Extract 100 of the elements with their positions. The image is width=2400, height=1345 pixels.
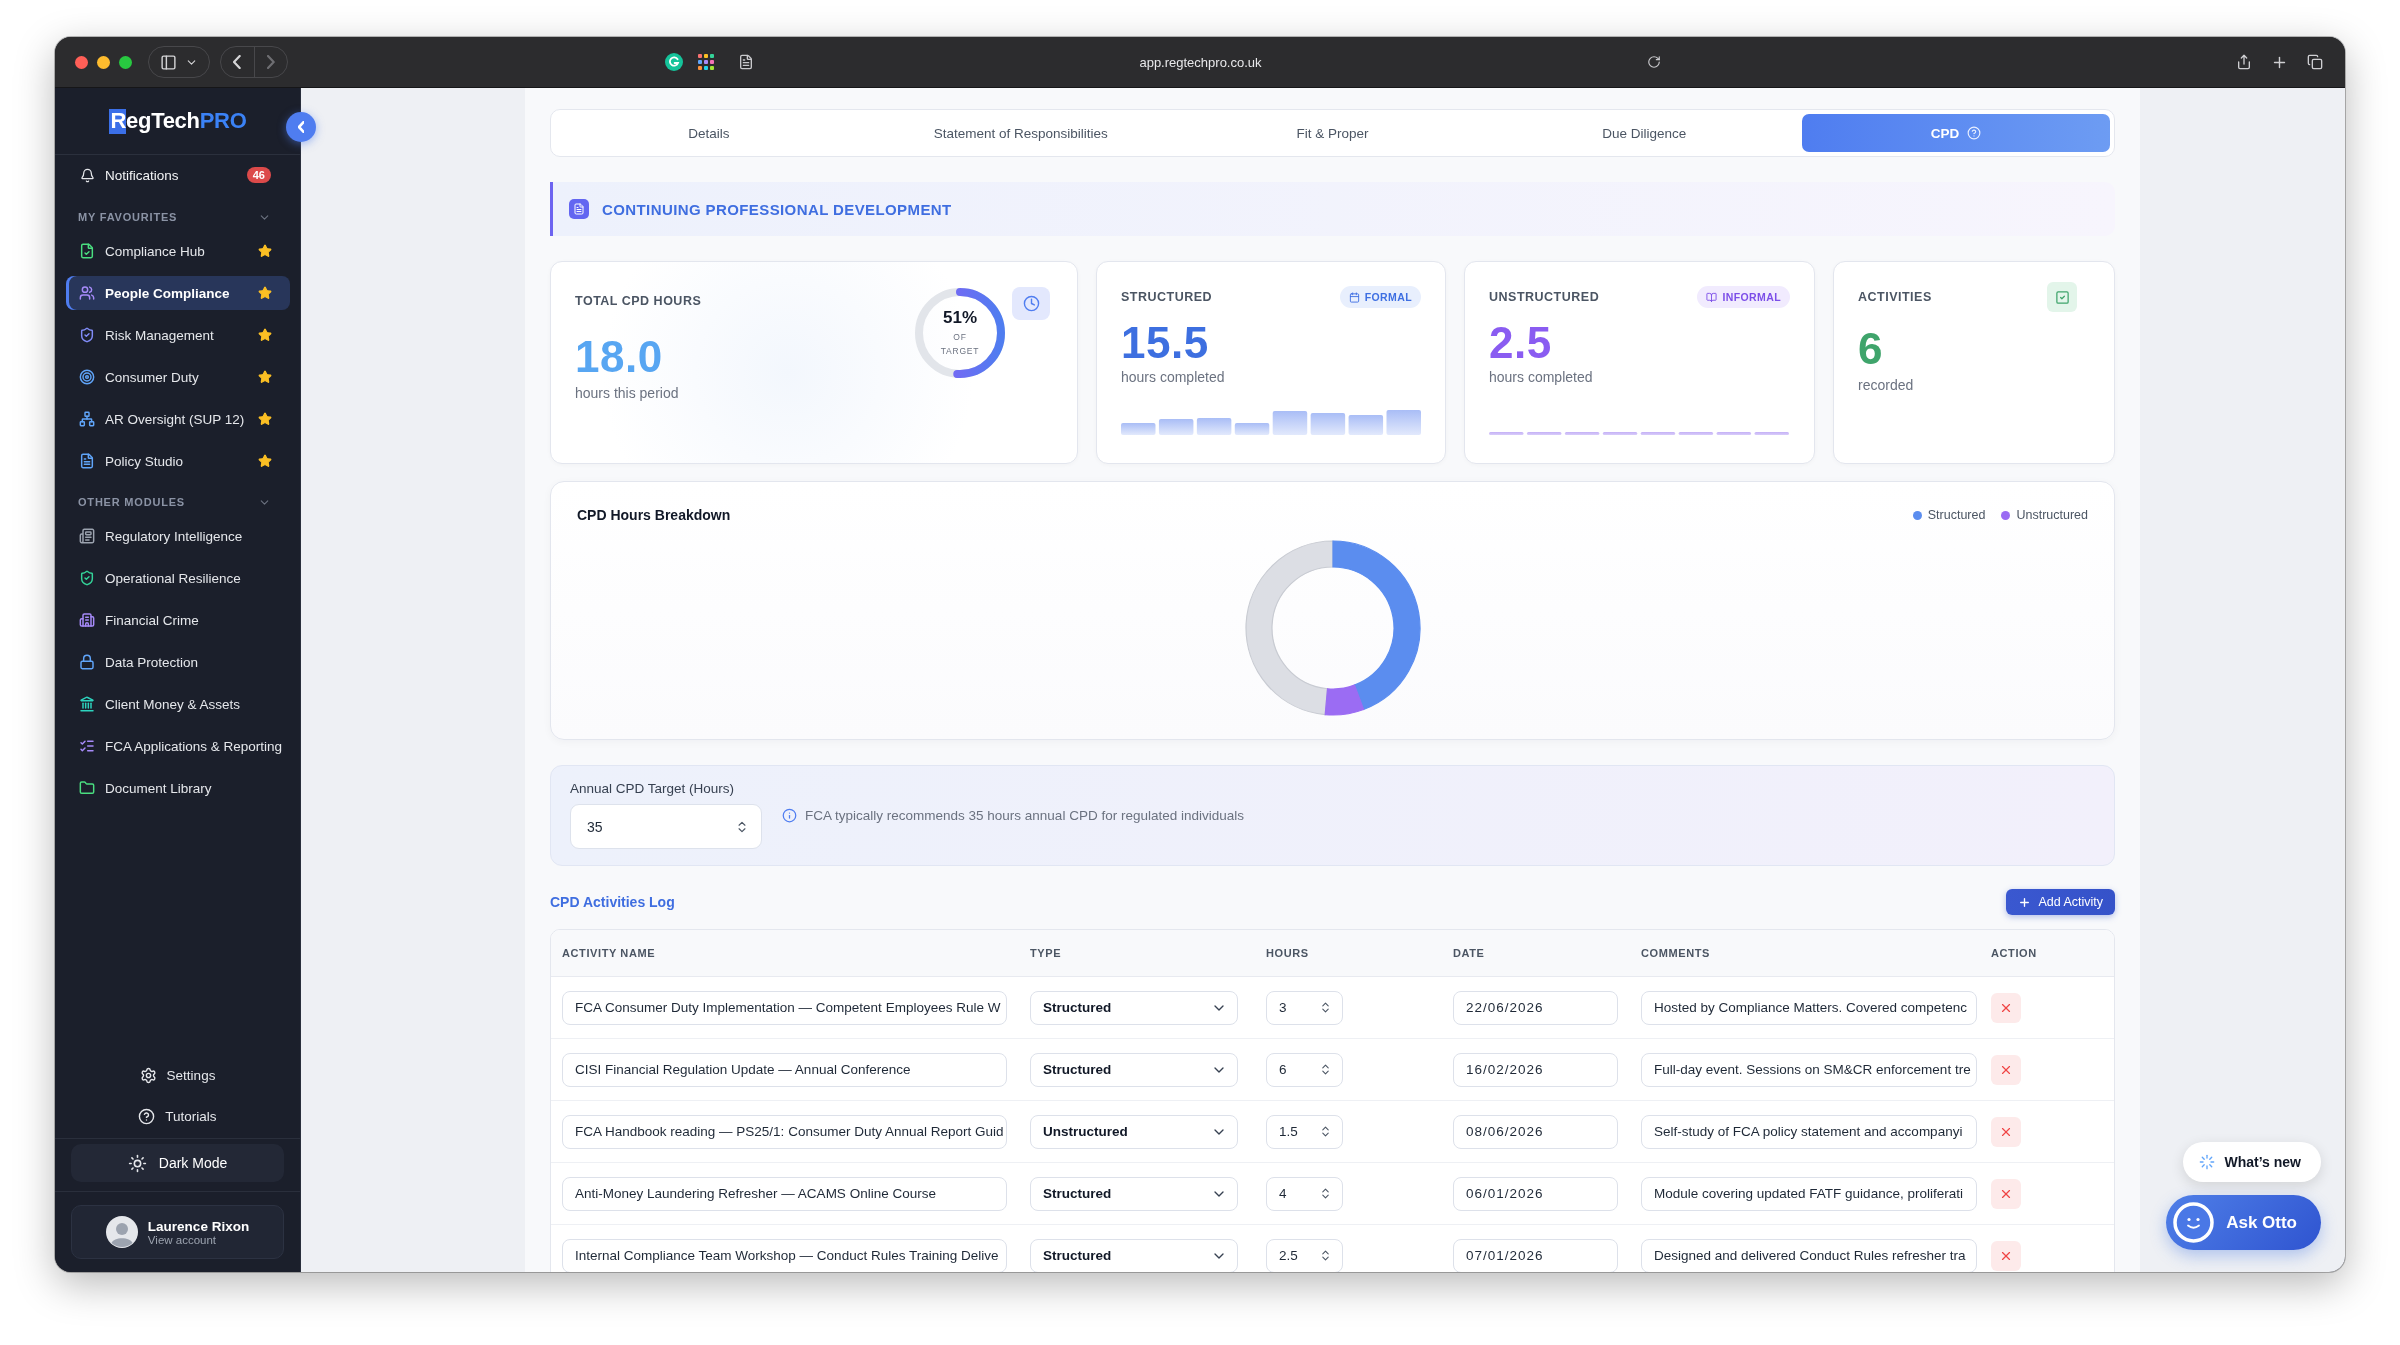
avatar (105, 1216, 138, 1248)
sidebar-item[interactable]: Financial Crime (66, 603, 290, 637)
comments-field[interactable]: Hosted by Compliance Matters. Covered competenc (1641, 990, 1977, 1025)
progress-caption: OF TARGET (939, 331, 981, 358)
sidebar-link[interactable]: Settings (135, 1057, 220, 1093)
reload-icon (1647, 55, 1661, 69)
apps-grid-icon[interactable] (698, 54, 714, 70)
date-field[interactable]: 08/06/2026 (1453, 1114, 1618, 1149)
comments-field[interactable]: Module covering updated FATF guidance, proliferati (1641, 1176, 1977, 1211)
hours-field[interactable]: 4 (1266, 1176, 1343, 1211)
activity-type-select[interactable]: Unstructured (1030, 1114, 1238, 1149)
date-field[interactable]: 06/01/2026 (1453, 1176, 1618, 1211)
bell-icon (80, 167, 95, 183)
sidebar-item[interactable]: Consumer Duty (66, 360, 290, 394)
total-hours-value: 18.0 (575, 335, 664, 379)
calendar-icon (1348, 291, 1360, 303)
unstructured-hours-slice (1324, 684, 1364, 716)
newspaper-icon (79, 528, 95, 544)
add-activity-button[interactable]: Add Activity (2006, 889, 2115, 915)
hours-bar (1310, 413, 1346, 435)
bank-icon (79, 696, 95, 712)
star-icon (258, 412, 272, 426)
whats-new-button[interactable]: What’s new (2182, 1142, 2321, 1182)
hours-field[interactable]: 3 (1266, 990, 1343, 1025)
hours-bar (1272, 411, 1308, 435)
info-icon (782, 808, 797, 823)
sidebar-item[interactable]: People Compliance (66, 276, 290, 310)
sidebar-item[interactable]: FCA Applications & Reporting (66, 729, 290, 763)
dark-mode-button[interactable]: Dark Mode (71, 1144, 284, 1182)
sun-icon (127, 1153, 147, 1173)
activity-type-select[interactable]: Structured (1030, 1052, 1238, 1087)
reload-button[interactable] (1647, 55, 1661, 69)
share-icon[interactable] (2236, 54, 2252, 70)
section-toggle[interactable]: OTHER MODULES (66, 489, 290, 515)
type-badge: FORMAL (1339, 286, 1421, 308)
sidebar-item[interactable]: Data Protection (66, 645, 290, 679)
spinner-icon (2198, 1154, 2215, 1170)
activity-name-field[interactable]: CISI Financial Regulation Update — Annual Conference (562, 1052, 1007, 1087)
tab-overview-icon[interactable] (2307, 54, 2323, 70)
lock-icon (79, 654, 95, 670)
activity-type-select[interactable]: Structured (1030, 1176, 1238, 1211)
hours-bar (1564, 432, 1600, 435)
column-header: ACTIVITY NAME (562, 947, 657, 959)
activity-name-field[interactable]: FCA Consumer Duty Implementation — Competent Employees Rule W (562, 990, 1007, 1025)
log-title: CPD Activities Log (550, 894, 675, 910)
comments-field[interactable]: Full-day event. Sessions on SM&CR enforcement tre (1641, 1052, 1977, 1087)
card-caption: hours completed (1489, 369, 1594, 385)
tab[interactable]: Statement of Responsibilities (866, 114, 1175, 152)
date-field[interactable]: 22/06/2026 (1453, 990, 1618, 1025)
legend-label: Structured (1927, 508, 1986, 522)
zoom-window-button[interactable] (119, 55, 132, 69)
hours-bar (1489, 432, 1524, 435)
activity-name-field[interactable]: Internal Compliance Team Workshop — Conduct Rules Training Delive (562, 1238, 1007, 1272)
activity-name-field[interactable]: FCA Handbook reading — PS25/1: Consumer Duty Annual Report Guid (562, 1114, 1007, 1149)
target-hours-input[interactable]: 35 (570, 804, 762, 849)
card-label: ACTIVITIES (1858, 290, 1932, 304)
hours-bar (1716, 432, 1752, 435)
sidebar-item[interactable]: Compliance Hub (66, 234, 290, 268)
date-field[interactable]: 16/02/2026 (1453, 1052, 1618, 1087)
building-icon (79, 612, 95, 628)
hours-bar (1121, 423, 1156, 435)
account-button[interactable]: Laurence Rixon View account (71, 1205, 284, 1259)
section-toggle[interactable]: MY FAVOURITES (66, 204, 290, 230)
notification-count-badge: 46 (246, 167, 271, 183)
hours-field[interactable]: 6 (1266, 1052, 1343, 1087)
sidebar-item[interactable]: Regulatory Intelligence (66, 519, 290, 553)
comments-field[interactable]: Designed and delivered Conduct Rules refresher tra (1641, 1238, 1977, 1272)
page-icon[interactable] (738, 54, 754, 70)
extension-icon[interactable] (665, 53, 683, 71)
card-caption: recorded (1858, 377, 1915, 393)
sidebar-item[interactable]: Client Money & Assets (66, 687, 290, 721)
activity-type-select[interactable]: Structured (1030, 990, 1238, 1025)
hours-field[interactable]: 1.5 (1266, 1114, 1343, 1149)
minimize-window-button[interactable] (97, 55, 110, 69)
comments-field[interactable]: Self-study of FCA policy statement and accompanyi (1641, 1114, 1977, 1149)
sidebar-item[interactable]: AR Oversight (SUP 12) (66, 402, 290, 436)
sidebar-item[interactable]: Risk Management (66, 318, 290, 352)
sidebar-link[interactable]: Tutorials (134, 1098, 221, 1134)
hours-bar (1386, 410, 1421, 435)
stepper-icon (1319, 1249, 1332, 1262)
assistant-button[interactable]: Ask Otto (2166, 1195, 2321, 1250)
hours-bar (1640, 432, 1676, 435)
address-bar[interactable]: app.regtechpro.co.uk (754, 54, 1647, 70)
activity-type-select[interactable]: Structured (1030, 1238, 1238, 1272)
sidebar-toggle-button[interactable] (148, 46, 210, 78)
star-icon (258, 244, 272, 258)
document-icon (79, 453, 95, 469)
date-field[interactable]: 07/01/2026 (1453, 1238, 1618, 1272)
hours-field[interactable]: 2.5 (1266, 1238, 1343, 1272)
tab[interactable]: Due Diligence (1490, 114, 1799, 152)
card-label: TOTAL CPD HOURS (575, 294, 702, 308)
tab[interactable]: Details (555, 114, 863, 152)
sidebar-item[interactable]: Policy Studio (66, 444, 290, 478)
activity-name-field[interactable]: Anti-Money Laundering Refresher — ACAMS Online Course (562, 1176, 1007, 1211)
column-header: ACTION (1991, 947, 2038, 959)
tab[interactable]: Fit & Proper (1178, 114, 1487, 152)
sidebar-item[interactable]: Document Library (66, 771, 290, 805)
notifications-button[interactable]: Notifications 46 (66, 155, 290, 195)
sidebar-item[interactable]: Operational Resilience (66, 561, 290, 595)
close-window-button[interactable] (75, 55, 88, 69)
